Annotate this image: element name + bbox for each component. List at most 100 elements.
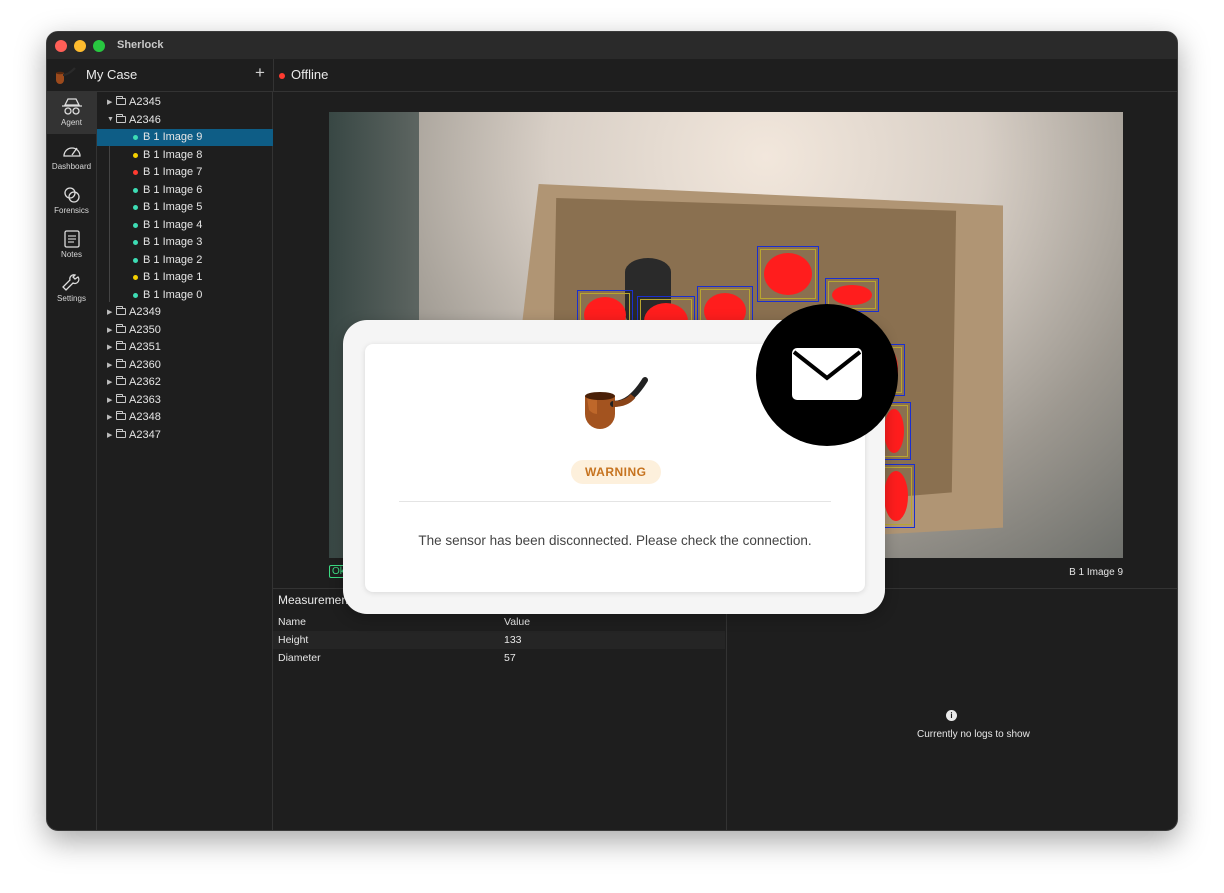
measurement-name: Diameter xyxy=(278,652,321,664)
agent-icon xyxy=(61,98,82,115)
folder-icon xyxy=(116,113,126,123)
folder-icon xyxy=(116,341,126,350)
chevron-right-icon[interactable]: ▶ xyxy=(107,98,112,106)
tree-folder-label: A2350 xyxy=(129,323,161,336)
tree-folder-a2360[interactable]: ▶ A2360 xyxy=(97,357,273,374)
tree-item-label: B 1 Image 4 xyxy=(143,218,203,231)
table-row: Height 133 xyxy=(273,631,725,649)
tree-item-label: B 1 Image 7 xyxy=(143,166,203,178)
folder-icon xyxy=(116,376,126,385)
tree-item-label: B 1 Image 0 xyxy=(143,288,203,301)
chevron-right-icon[interactable]: ▶ xyxy=(107,431,112,439)
chevron-right-icon[interactable]: ▶ xyxy=(107,378,112,386)
warning-badge: WARNING xyxy=(571,460,661,484)
zoom-window-button[interactable] xyxy=(93,40,105,52)
tree-item-label: B 1 Image 6 xyxy=(143,183,203,196)
status-dot xyxy=(133,275,138,280)
chevron-right-icon[interactable]: ▶ xyxy=(107,308,112,316)
image-caption: B 1 Image 9 xyxy=(1069,567,1123,578)
pipe-logo-icon xyxy=(56,67,76,84)
status-dot xyxy=(133,205,138,210)
status-dot xyxy=(133,292,138,298)
nav-item-notes[interactable]: Notes xyxy=(47,224,96,266)
nav-item-agent[interactable]: Agent xyxy=(47,92,96,134)
nav-item-dashboard[interactable]: Dashboard xyxy=(47,136,96,178)
gauge-icon xyxy=(62,147,81,157)
tree-item-image[interactable]: B 1 Image 1 xyxy=(97,269,273,286)
chevron-right-icon[interactable]: ▶ xyxy=(107,361,112,369)
warning-message: The sensor has been disconnected. Please… xyxy=(418,533,812,548)
tree-folder-label: A2349 xyxy=(129,306,161,318)
nav-label: Forensics xyxy=(54,206,89,215)
info-icon: i xyxy=(946,710,957,721)
chevron-right-icon[interactable]: ▶ xyxy=(107,326,112,334)
status-dot xyxy=(133,135,138,140)
tree-folder-label: A2345 xyxy=(129,96,161,108)
column-header-name: Name xyxy=(278,616,307,628)
tree-item-label: B 1 Image 1 xyxy=(143,271,203,283)
tree-folder-label: A2346 xyxy=(129,113,161,126)
nav-item-forensics[interactable]: Forensics xyxy=(47,180,96,222)
tree-item-label: B 1 Image 2 xyxy=(143,253,203,266)
nav-label: Settings xyxy=(57,294,86,303)
nav-label: Notes xyxy=(61,250,82,259)
folder-icon xyxy=(116,411,126,420)
minimize-window-button[interactable] xyxy=(74,40,86,52)
status-indicator xyxy=(279,73,285,79)
add-case-button[interactable]: + xyxy=(255,63,265,83)
notes-icon xyxy=(63,230,80,248)
tree-folder-label: A2360 xyxy=(129,358,161,371)
tree-item-image[interactable]: B 1 Image 4 xyxy=(97,217,273,234)
status-dot xyxy=(133,240,138,245)
folder-icon xyxy=(116,306,126,315)
tree-folder-label: A2347 xyxy=(129,428,161,441)
measurement-name: Height xyxy=(278,634,309,646)
folder-icon xyxy=(116,96,126,105)
tree-item-image[interactable]: B 1 Image 5 xyxy=(97,199,273,216)
tree-folder-a2362[interactable]: ▶ A2362 xyxy=(97,374,273,391)
tree-folder-a2347[interactable]: ▶ A2347 xyxy=(97,427,273,444)
pipe-icon xyxy=(585,377,648,429)
tree-item-image[interactable]: B 1 Image 3 xyxy=(97,234,273,251)
tree-folder-a2348[interactable]: ▶ A2348 xyxy=(97,409,273,426)
status-dot xyxy=(133,152,138,158)
table-row: Diameter 57 xyxy=(273,649,725,667)
folder-icon xyxy=(116,323,126,333)
forensics-icon xyxy=(63,187,80,203)
tree-folder-a2363[interactable]: ▶ A2363 xyxy=(97,392,273,409)
case-title: My Case xyxy=(86,67,138,82)
nav-item-settings[interactable]: Settings xyxy=(47,268,96,310)
divider xyxy=(399,501,831,502)
tree-item-image[interactable]: B 1 Image 7 xyxy=(97,164,273,181)
chevron-right-icon[interactable]: ▶ xyxy=(107,413,112,421)
tree-item-image[interactable]: B 1 Image 2 xyxy=(97,252,273,269)
detection-box xyxy=(757,246,819,302)
tree-folder-a2351[interactable]: ▶ A2351 xyxy=(97,339,273,356)
folder-icon xyxy=(116,358,126,368)
case-header: My Case + xyxy=(47,59,273,92)
tree-folder-label: A2351 xyxy=(129,341,161,353)
measurements-table: Name Value Height 133 Diameter 57 xyxy=(273,613,725,667)
close-window-button[interactable] xyxy=(55,40,67,52)
status-dot xyxy=(133,257,138,263)
chevron-right-icon[interactable]: ▶ xyxy=(107,396,112,404)
connection-status-bar: Offline xyxy=(273,59,1177,92)
mail-notification[interactable] xyxy=(756,304,898,446)
folder-icon xyxy=(116,428,126,438)
tree-item-image[interactable]: B 1 Image 6 xyxy=(97,182,273,199)
tree-folder-a2346[interactable]: ▼ A2346 xyxy=(97,112,273,129)
tree-folder-a2349[interactable]: ▶ A2349 xyxy=(97,304,273,321)
tree-folder-a2345[interactable]: ▶ A2345 xyxy=(97,94,273,111)
measurement-value: 57 xyxy=(504,652,516,664)
tree-item-image[interactable]: B 1 Image 8 xyxy=(97,147,273,164)
nav-sidebar: Agent Dashboard Forensics Notes Settings xyxy=(47,92,97,830)
wrench-icon xyxy=(61,274,79,291)
logs-empty-message: Currently no logs to show xyxy=(917,729,1030,740)
chevron-down-icon[interactable]: ▼ xyxy=(107,116,114,123)
tree-item-label: B 1 Image 5 xyxy=(143,201,203,213)
chevron-right-icon[interactable]: ▶ xyxy=(107,343,112,351)
tree-item-image[interactable]: B 1 Image 9 xyxy=(97,129,273,146)
tree-folder-a2350[interactable]: ▶ A2350 xyxy=(97,322,273,339)
connection-status: Offline xyxy=(291,67,329,82)
tree-item-image[interactable]: B 1 Image 0 xyxy=(97,287,273,304)
